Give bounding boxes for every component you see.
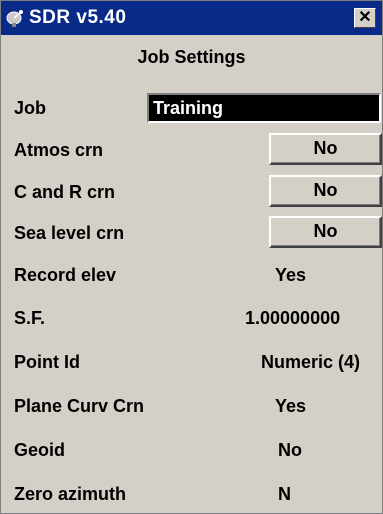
zero-azimuth-label: Zero azimuth (14, 484, 127, 504)
record-elev-label: Record elev (14, 265, 117, 285)
sea-level-crn-label: Sea level crn (14, 223, 125, 243)
geoid-label: Geoid (14, 440, 66, 460)
point-id-label: Point Id (14, 352, 80, 372)
sea-level-crn-button[interactable]: No (269, 216, 382, 248)
job-name-input[interactable]: Training (147, 93, 381, 123)
c-and-r-crn-button[interactable]: No (269, 175, 382, 207)
plane-curv-crn-value[interactable]: Yes (275, 394, 306, 418)
scale-factor-label: S.F. (14, 308, 46, 328)
page-title: Job Settings (137, 47, 246, 67)
record-elev-value[interactable]: Yes (275, 263, 306, 287)
satellite-dish-icon (6, 10, 23, 27)
close-icon: ✕ (358, 9, 372, 26)
window-title: SDR v5.40 (29, 7, 127, 28)
close-button[interactable]: ✕ (354, 8, 376, 28)
plane-curv-crn-label: Plane Curv Crn (14, 396, 145, 416)
job-settings-window: SDR v5.40 ✕ Job Settings Job Training At… (0, 0, 383, 514)
geoid-value[interactable]: No (278, 438, 302, 462)
title-bar[interactable]: SDR v5.40 ✕ (1, 1, 382, 35)
c-and-r-crn-label: C and R crn (14, 182, 116, 202)
job-label: Job (14, 98, 47, 118)
atmos-crn-button[interactable]: No (269, 133, 382, 165)
scale-factor-value[interactable]: 1.00000000 (245, 306, 340, 330)
point-id-value[interactable]: Numeric (4) (261, 350, 360, 374)
atmos-crn-label: Atmos crn (14, 140, 104, 160)
zero-azimuth-value[interactable]: N (278, 482, 291, 506)
